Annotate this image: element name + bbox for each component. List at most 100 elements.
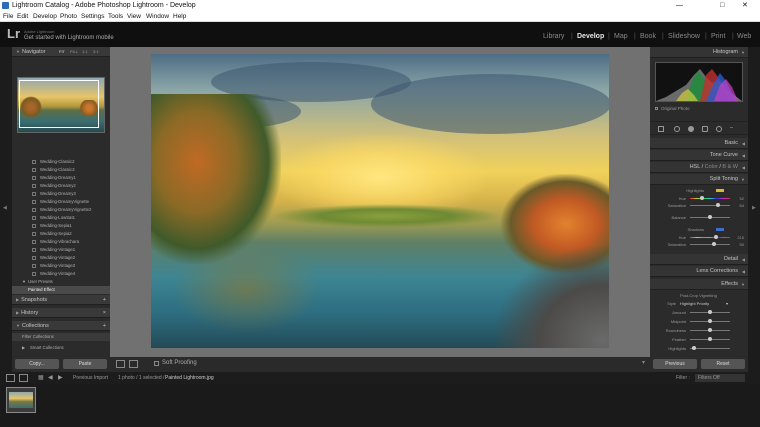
slider-knob[interactable] — [708, 328, 712, 332]
add-collection-icon[interactable]: + — [103, 321, 106, 331]
file-name[interactable]: Painted Lightroom.jpg — [165, 372, 214, 384]
slider-knob[interactable] — [716, 203, 720, 207]
minimize-icon[interactable]: — — [676, 0, 683, 11]
vignette-amount-slider[interactable]: Amount — [650, 309, 748, 316]
left-panel-edge[interactable]: ◀ — [0, 47, 12, 372]
highlight-saturation-slider[interactable]: Saturation 64 — [650, 202, 748, 209]
preset-item[interactable]: Wedding-Sepia1 — [12, 222, 110, 230]
collapse-left-icon[interactable]: ◀ — [3, 205, 7, 211]
photo-preview[interactable] — [151, 54, 609, 348]
effects-header[interactable]: Effects ▼ — [650, 279, 748, 290]
menu-develop[interactable]: Develop — [33, 11, 57, 22]
reset-button[interactable]: Reset — [701, 359, 745, 369]
navigator-header[interactable]: ▼ Navigator FIT FILL 1:1 3:1 — [12, 47, 110, 57]
source-label[interactable]: Previous Import — [73, 372, 108, 384]
module-slideshow[interactable]: Slideshow — [668, 33, 700, 40]
preset-item-selected[interactable]: Painted Effect — [12, 286, 110, 294]
filmstrip-thumbnail[interactable] — [6, 387, 36, 413]
vignette-style-row[interactable]: Style Highlight Priority ▾ — [650, 300, 748, 307]
navigator-preview[interactable] — [17, 77, 105, 133]
tone-curve-header[interactable]: Tone Curve ◀ — [650, 150, 748, 161]
vignette-highlights-slider[interactable]: Highlights — [650, 345, 748, 352]
zoom-fit[interactable]: FIT — [59, 47, 65, 57]
module-library[interactable]: Library — [543, 33, 564, 40]
vignette-midpoint-slider[interactable]: Midpoint — [650, 318, 748, 325]
shadow-saturation-slider[interactable]: Saturation 50 — [650, 241, 748, 248]
highlight-hue-slider[interactable]: Hue 52 — [650, 195, 748, 202]
previous-button[interactable]: Previous — [653, 359, 697, 369]
original-photo-checkbox[interactable] — [655, 107, 658, 110]
module-map[interactable]: Map — [614, 33, 628, 40]
menu-help[interactable]: Help — [173, 11, 186, 22]
spot-removal-icon[interactable] — [674, 126, 680, 132]
lens-corrections-header[interactable]: Lens Corrections ◀ — [650, 266, 748, 277]
right-panel-edge[interactable]: ▶ — [748, 47, 760, 372]
forward-arrow-icon[interactable]: ▶ — [58, 372, 63, 384]
split-toning-header[interactable]: Split Toning ▼ — [650, 174, 748, 185]
preset-item[interactable]: Wedding-Vintage4 — [12, 270, 110, 278]
slider-knob[interactable] — [708, 215, 712, 219]
preset-item[interactable]: Wedding-DreamyVignette2 — [12, 206, 110, 214]
highlight-swatch[interactable] — [716, 189, 724, 192]
menu-edit[interactable]: Edit — [17, 11, 28, 22]
close-icon[interactable]: ✕ — [742, 0, 748, 11]
slider-knob[interactable] — [712, 242, 716, 246]
menu-file[interactable]: File — [3, 11, 13, 22]
vignette-roundness-slider[interactable]: Roundness — [650, 327, 748, 334]
dropdown-icon[interactable]: ▾ — [726, 300, 728, 307]
paste-button[interactable]: Paste — [63, 359, 107, 369]
image-canvas[interactable] — [110, 47, 650, 357]
vignette-style-select[interactable]: Highlight Priority — [680, 300, 709, 307]
detail-header[interactable]: Detail ◀ — [650, 254, 748, 265]
collapse-right-icon[interactable]: ▶ — [752, 205, 756, 211]
smart-collections[interactable]: ▶ Smart Collections — [12, 344, 110, 352]
crop-tool-icon[interactable] — [658, 126, 664, 132]
slider-knob[interactable] — [700, 196, 704, 200]
red-eye-icon[interactable] — [688, 126, 694, 132]
hsl-header[interactable]: HSL / Color / B & W ◀ — [650, 162, 748, 173]
maximize-icon[interactable]: □ — [720, 0, 724, 11]
preset-item[interactable]: Wedding-Dreamy3 — [12, 190, 110, 198]
brush-icon[interactable]: ⎯ — [730, 125, 733, 132]
menu-window[interactable]: Window — [146, 11, 169, 22]
copy-button[interactable]: Copy... — [15, 359, 59, 369]
menu-settings[interactable]: Settings — [81, 11, 105, 22]
zoom-1-1[interactable]: 1:1 — [82, 47, 88, 57]
module-book[interactable]: Book — [640, 33, 656, 40]
back-arrow-icon[interactable]: ◀ — [48, 372, 53, 384]
graduated-filter-icon[interactable] — [702, 126, 708, 132]
slider-knob[interactable] — [708, 337, 712, 341]
snapshots-header[interactable]: ▶ Snapshots + — [12, 295, 110, 305]
histogram[interactable] — [655, 62, 743, 102]
navigator-view-box[interactable] — [19, 80, 99, 128]
filmstrip[interactable] — [0, 384, 760, 427]
user-presets-folder[interactable]: ▼ User Presets — [12, 278, 110, 286]
radial-filter-icon[interactable] — [716, 126, 722, 132]
slider-knob[interactable] — [692, 346, 696, 350]
loupe-view-icon[interactable] — [116, 360, 125, 368]
preset-item[interactable]: Wedding-Dreamy2 — [12, 182, 110, 190]
zoom-3-1[interactable]: 3:1 — [93, 47, 99, 57]
slider-knob[interactable] — [708, 310, 712, 314]
menu-tools[interactable]: Tools — [108, 11, 123, 22]
filter-select[interactable]: Filters Off — [695, 374, 745, 382]
basic-header[interactable]: Basic ◀ — [650, 138, 748, 149]
histogram-header[interactable]: Histogram ▼ — [650, 47, 748, 58]
mobile-link[interactable]: Get started with Lightroom mobile — [24, 35, 114, 41]
preset-item[interactable]: Wedding-Classic3 — [12, 166, 110, 174]
clear-history-icon[interactable]: × — [103, 308, 106, 318]
grid-view-icon[interactable]: ▦ — [38, 372, 44, 384]
soft-proofing-checkbox[interactable] — [154, 361, 159, 366]
preset-item[interactable]: Wedding-DreamyVignette — [12, 198, 110, 206]
preset-item[interactable]: Wedding-Vintage3 — [12, 262, 110, 270]
secondary-window-icon[interactable] — [19, 374, 28, 382]
menu-view[interactable]: View — [127, 11, 141, 22]
preset-item[interactable]: Wedding-Vintage1 — [12, 246, 110, 254]
module-develop[interactable]: Develop — [577, 33, 604, 40]
slider-knob[interactable] — [708, 319, 712, 323]
shadow-swatch[interactable] — [716, 228, 724, 231]
compare-view-icon[interactable] — [129, 360, 138, 368]
shadow-hue-slider[interactable]: Hue 215 — [650, 234, 748, 241]
original-photo-row[interactable]: Original Photo — [650, 105, 748, 112]
primary-window-icon[interactable] — [6, 374, 15, 382]
